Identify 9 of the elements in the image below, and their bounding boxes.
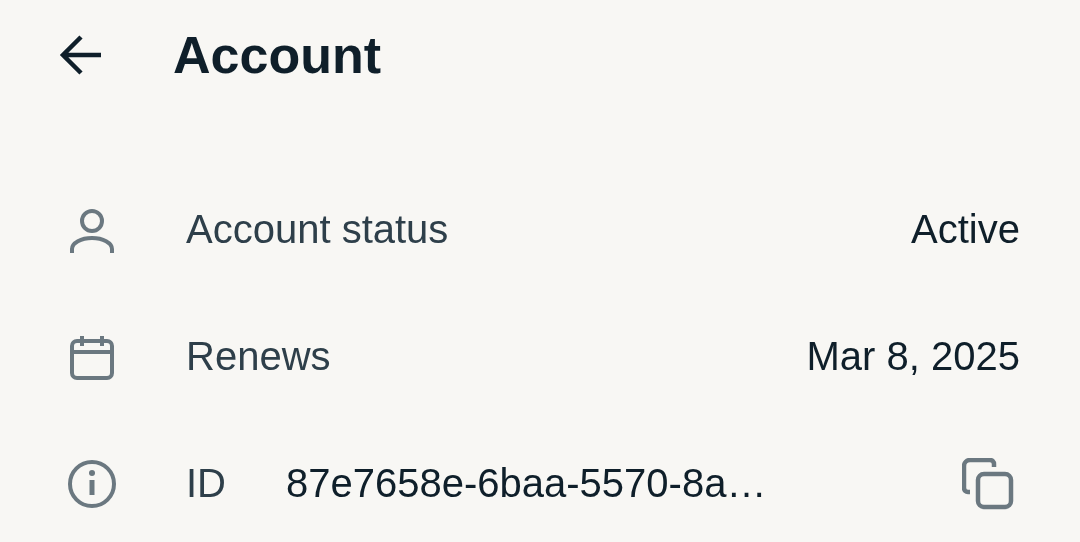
row-value: 87e7658e-6baa-5570-8a…: [286, 461, 767, 506]
row-label: Account status: [186, 207, 449, 252]
row-label: Renews: [186, 334, 331, 379]
row-label: ID: [186, 461, 226, 506]
page-title: Account: [173, 25, 381, 85]
copy-icon[interactable]: [962, 457, 1014, 510]
row-value: Active: [911, 207, 1020, 252]
info-icon: [68, 459, 116, 508]
row-value: Mar 8, 2025: [806, 334, 1020, 379]
